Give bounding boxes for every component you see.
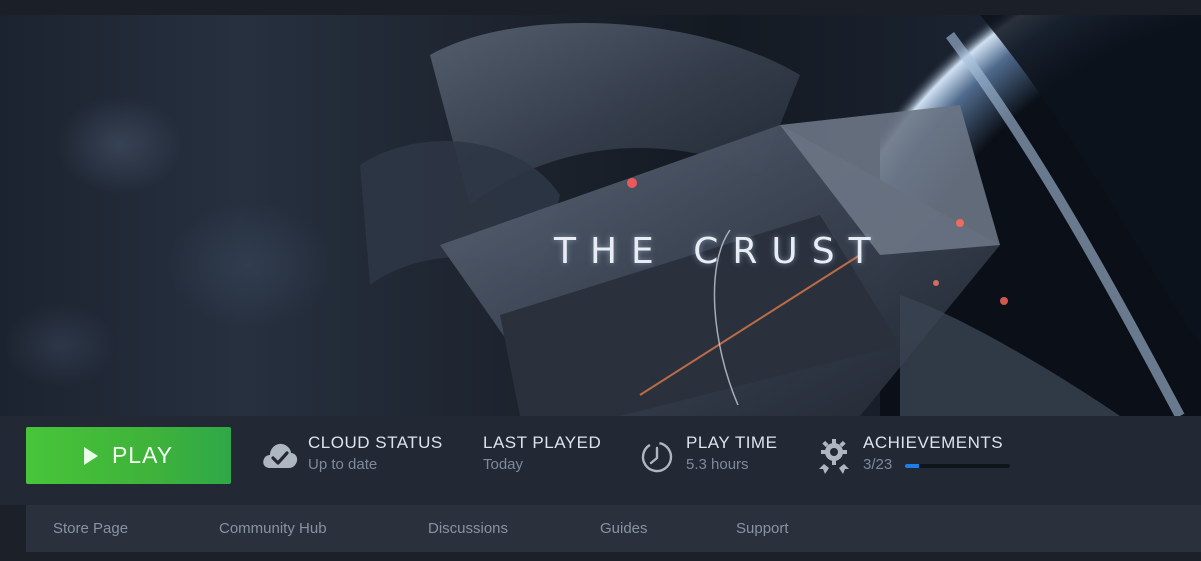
play-button[interactable]: PLAY	[26, 427, 231, 484]
hero-artwork	[360, 15, 1201, 416]
tab-store-page[interactable]: Store Page	[53, 520, 128, 537]
last-played-title: LAST PLAYED	[483, 433, 602, 452]
cloud-check-icon	[263, 443, 298, 468]
tab-discussions[interactable]: Discussions	[428, 520, 508, 537]
last-played-value: Today	[483, 456, 524, 473]
achievements-progress-bar	[905, 464, 1010, 468]
achievements-progress-fill	[905, 464, 919, 468]
clock-icon	[641, 441, 673, 473]
achievement-gear-icon	[819, 439, 849, 474]
tab-support[interactable]: Support	[736, 520, 789, 537]
game-nav-tabs: Store Page Community Hub Discussions Gui…	[26, 505, 1201, 552]
tab-guides[interactable]: Guides	[600, 520, 648, 537]
game-hero-banner: THE CRUST	[0, 15, 1201, 416]
play-icon	[83, 446, 98, 465]
last-played: LAST PLAYED Today	[483, 433, 601, 473]
tab-community-hub[interactable]: Community Hub	[219, 520, 327, 537]
play-button-label: PLAY	[111, 442, 174, 468]
cloud-status-title: CLOUD STATUS	[308, 433, 443, 452]
play-time: PLAY TIME 5.3 hours	[686, 433, 777, 473]
top-bar	[0, 0, 1201, 15]
cloud-status[interactable]: CLOUD STATUS Up to date	[308, 433, 443, 473]
cloud-status-value: Up to date	[308, 456, 378, 473]
play-time-value: 5.3 hours	[686, 456, 749, 473]
play-time-title: PLAY TIME	[686, 433, 778, 452]
game-logo: THE CRUST	[554, 231, 885, 272]
achievements-title: ACHIEVEMENTS	[863, 433, 1004, 452]
